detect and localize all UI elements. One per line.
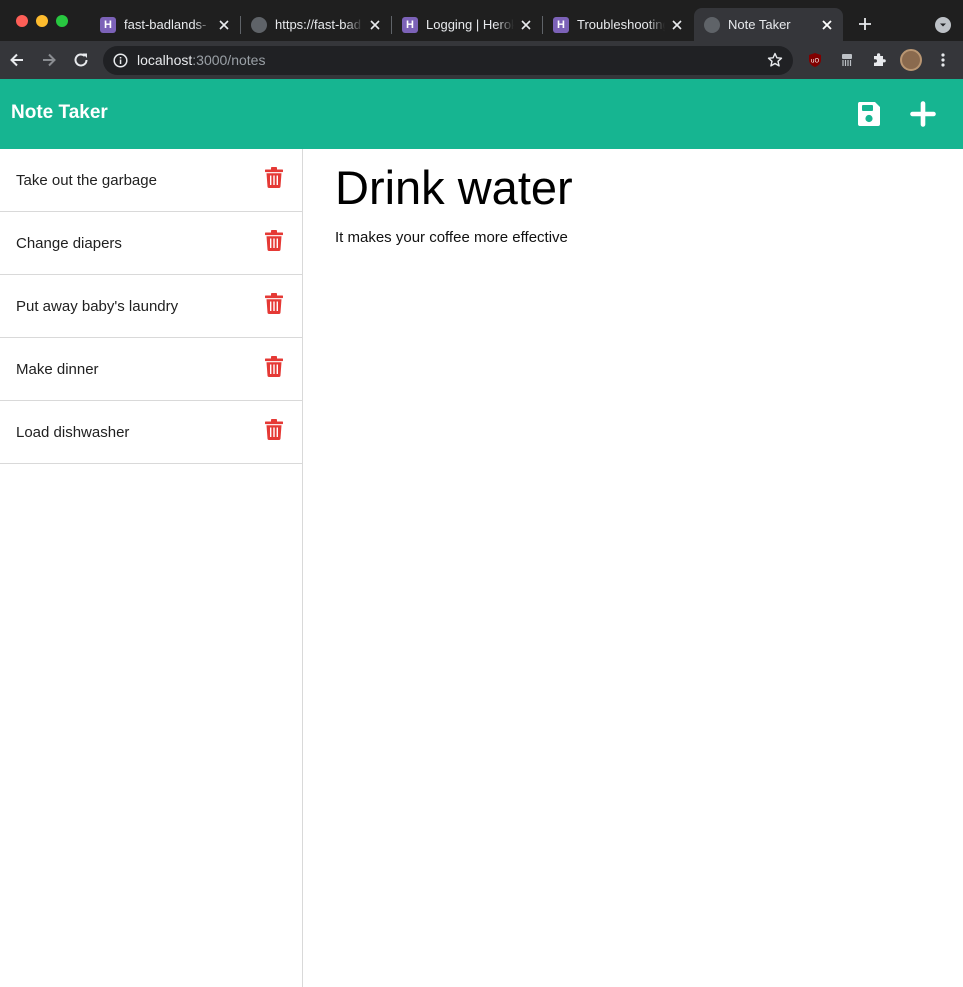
svg-text:uO: uO xyxy=(811,58,820,65)
tab-title: Note Taker xyxy=(728,17,791,32)
note-list-item[interactable]: Put away baby's laundry xyxy=(0,275,302,338)
browser-tab-active[interactable]: Note Taker xyxy=(694,8,843,41)
note-list-title: Load dishwasher xyxy=(16,424,130,441)
new-tab-icon[interactable] xyxy=(857,16,873,32)
delete-note-icon[interactable] xyxy=(265,230,283,251)
note-list-item[interactable]: Make dinner xyxy=(0,338,302,401)
tab-close-icon[interactable] xyxy=(216,17,232,33)
browser-tab[interactable]: H Troubleshooting xyxy=(543,8,693,41)
globe-icon xyxy=(251,16,267,33)
browser-tab[interactable]: H Logging | Herok xyxy=(392,8,542,41)
heroku-icon: H xyxy=(402,16,418,33)
profile-avatar[interactable] xyxy=(900,49,922,71)
tab-close-icon[interactable] xyxy=(518,17,534,33)
heroku-icon: H xyxy=(100,16,116,33)
note-list-title: Take out the garbage xyxy=(16,172,157,189)
note-list-title: Put away baby's laundry xyxy=(16,298,179,315)
window-zoom-button[interactable] xyxy=(56,15,68,27)
note-text-field[interactable]: It makes your coffee more effective xyxy=(335,229,945,246)
app-navbar: Note Taker xyxy=(0,79,963,149)
address-bar[interactable]: localhost:3000/notes xyxy=(103,46,793,75)
save-note-icon[interactable] xyxy=(857,101,883,127)
globe-icon xyxy=(704,16,720,33)
url-path: :3000/notes xyxy=(192,52,266,68)
notes-list: Take out the garbage Change diapers Put … xyxy=(0,149,303,987)
app-brand[interactable]: Note Taker xyxy=(11,102,108,124)
url-text: localhost:3000/notes xyxy=(137,52,265,68)
reload-icon[interactable] xyxy=(72,51,90,69)
window-close-button[interactable] xyxy=(16,15,28,27)
browser-menu-icon[interactable] xyxy=(935,52,951,68)
note-list-item[interactable]: Take out the garbage xyxy=(0,149,302,212)
ublock-extension-icon[interactable]: uO xyxy=(807,52,823,68)
delete-note-icon[interactable] xyxy=(265,167,283,188)
note-list-title: Change diapers xyxy=(16,235,122,252)
tab-close-icon[interactable] xyxy=(819,17,835,33)
tab-close-icon[interactable] xyxy=(669,17,685,33)
extension-icon[interactable] xyxy=(839,52,855,68)
browser-tab-strip: H fast-badlands- https://fast-bad H Logg… xyxy=(0,0,963,41)
new-note-icon[interactable] xyxy=(910,101,936,127)
browser-tab[interactable]: https://fast-bad xyxy=(241,8,391,41)
extensions-puzzle-icon[interactable] xyxy=(871,52,887,68)
note-list-item[interactable]: Change diapers xyxy=(0,212,302,275)
note-list-title: Make dinner xyxy=(16,361,99,378)
note-title-field[interactable]: Drink water xyxy=(335,160,945,216)
site-info-icon[interactable] xyxy=(113,53,128,68)
bookmark-star-icon[interactable] xyxy=(767,52,783,68)
tab-title: https://fast-bad xyxy=(275,17,361,32)
heroku-icon: H xyxy=(553,16,569,33)
tab-close-icon[interactable] xyxy=(367,17,383,33)
tab-title: fast-badlands- xyxy=(124,17,207,32)
delete-note-icon[interactable] xyxy=(265,356,283,377)
window-minimize-button[interactable] xyxy=(36,15,48,27)
delete-note-icon[interactable] xyxy=(265,293,283,314)
note-editor: Drink water It makes your coffee more ef… xyxy=(335,160,945,246)
browser-toolbar: localhost:3000/notes uO xyxy=(0,41,963,79)
back-arrow-icon[interactable] xyxy=(8,51,26,69)
tab-title: Troubleshooting xyxy=(577,17,665,32)
forward-arrow-icon[interactable] xyxy=(40,51,58,69)
tab-title: Logging | Herok xyxy=(426,17,514,32)
browser-tab[interactable]: H fast-badlands- xyxy=(90,8,240,41)
tab-search-icon[interactable] xyxy=(935,17,951,33)
delete-note-icon[interactable] xyxy=(265,419,283,440)
url-host: localhost xyxy=(137,52,193,68)
note-list-item[interactable]: Load dishwasher xyxy=(0,401,302,464)
